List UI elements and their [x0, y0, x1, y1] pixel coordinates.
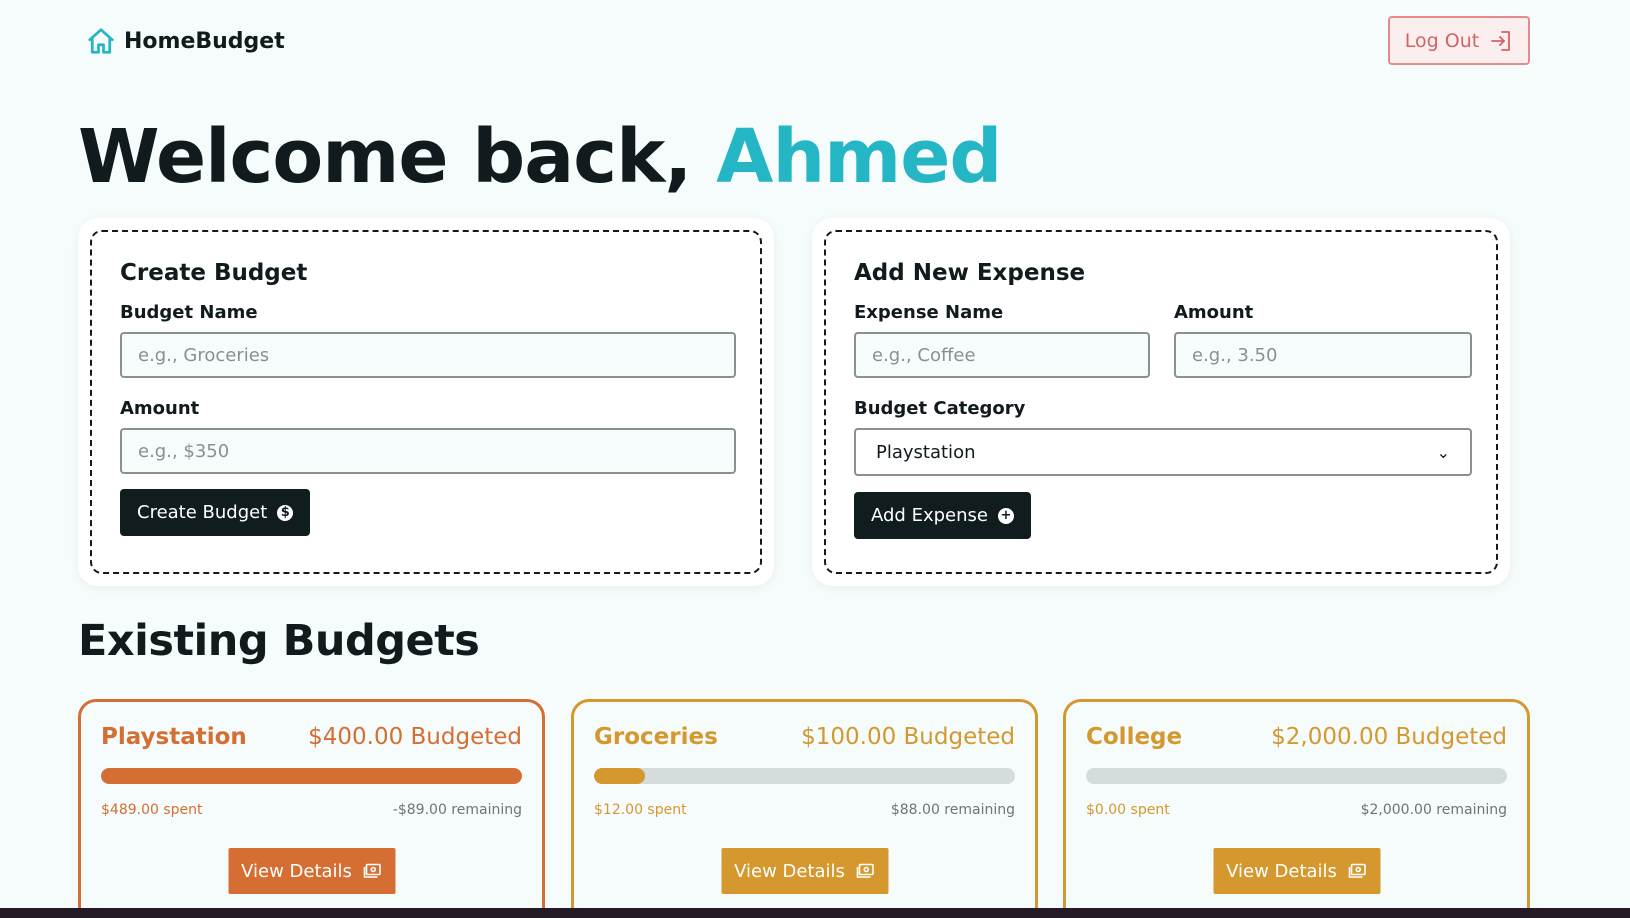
cash-icon: [857, 863, 875, 879]
budget-progress-track: [594, 768, 1015, 784]
add-expense-label: Add Expense: [871, 505, 988, 526]
create-budget-label: Create Budget: [137, 502, 268, 523]
budget-progress-track: [101, 768, 522, 784]
budget-card: College $2,000.00 Budgeted $0.00 spent $…: [1063, 699, 1530, 918]
view-details-label: View Details: [241, 860, 352, 882]
budget-category-label: Budget Category: [854, 398, 1026, 419]
expense-name-label: Expense Name: [854, 302, 1004, 323]
create-budget-button[interactable]: Create Budget $: [120, 489, 311, 536]
budget-card-remaining: $88.00 remaining: [890, 802, 1015, 818]
budget-card-budgeted: $100.00 Budgeted: [801, 724, 1015, 750]
budget-card-name: College: [1086, 724, 1183, 750]
budget-card-budgeted: $2,000.00 Budgeted: [1271, 724, 1507, 750]
view-details-button[interactable]: View Details: [721, 848, 888, 894]
os-taskbar: [0, 908, 1630, 918]
plus-circle-icon: +: [997, 507, 1014, 524]
add-expense-title: Add New Expense: [854, 260, 1086, 286]
existing-budgets-title: Existing Budgets: [78, 616, 480, 666]
budget-card: Groceries $100.00 Budgeted $12.00 spent …: [571, 699, 1038, 918]
view-details-label: View Details: [1226, 860, 1337, 882]
budget-card-remaining: -$89.00 remaining: [392, 802, 522, 818]
expense-amount-label: Amount: [1174, 302, 1254, 323]
cash-icon: [1349, 863, 1367, 879]
expense-amount-input[interactable]: [1174, 332, 1472, 378]
welcome-heading: Welcome back, Ahmed: [78, 112, 1002, 202]
welcome-username: Ahmed: [716, 114, 1002, 200]
budget-card: Playstation $400.00 Budgeted $489.00 spe…: [78, 699, 545, 918]
view-details-button[interactable]: View Details: [1213, 848, 1380, 894]
app-name: HomeBudget: [124, 28, 285, 54]
welcome-prefix: Welcome back,: [78, 114, 717, 200]
logout-label: Log Out: [1404, 29, 1480, 52]
budget-progress-fill: [594, 768, 645, 784]
view-details-button[interactable]: View Details: [228, 848, 395, 894]
logout-button[interactable]: Log Out: [1388, 16, 1530, 65]
budget-name-input[interactable]: [120, 332, 736, 378]
logout-icon: [1489, 29, 1513, 53]
home-icon: [86, 26, 116, 56]
budget-card-spent: $489.00 spent: [101, 802, 203, 818]
budget-progress-track: [1086, 768, 1507, 784]
budget-card-remaining: $2,000.00 remaining: [1360, 802, 1507, 818]
budget-progress-fill: [101, 768, 522, 784]
create-budget-card: Create Budget Budget Name Amount Create …: [78, 218, 774, 586]
budget-name-label: Budget Name: [120, 302, 258, 323]
budget-category-value: Playstation: [876, 441, 976, 463]
budget-card-spent: $0.00 spent: [1086, 802, 1170, 818]
create-budget-title: Create Budget: [120, 260, 308, 286]
cash-icon: [364, 863, 382, 879]
budget-amount-input[interactable]: [120, 428, 736, 474]
chevron-down-icon: ⌄: [1436, 442, 1450, 462]
brand-link[interactable]: HomeBudget: [86, 26, 285, 56]
add-expense-card: Add New Expense Expense Name Amount Budg…: [812, 218, 1510, 586]
create-budget-form: Create Budget Budget Name Amount Create …: [90, 230, 762, 574]
add-expense-button[interactable]: Add Expense +: [854, 492, 1031, 539]
view-details-label: View Details: [734, 860, 845, 882]
expense-name-input[interactable]: [854, 332, 1150, 378]
add-expense-form: Add New Expense Expense Name Amount Budg…: [824, 230, 1498, 574]
top-nav: HomeBudget Log Out: [0, 0, 1630, 84]
budget-amount-label: Amount: [120, 398, 200, 419]
budget-card-spent: $12.00 spent: [594, 802, 687, 818]
budget-card-name: Playstation: [101, 724, 247, 750]
budget-category-select[interactable]: Playstation ⌄: [854, 428, 1472, 476]
budget-card-budgeted: $400.00 Budgeted: [308, 724, 522, 750]
dollar-circle-icon: $: [277, 504, 294, 521]
budget-card-name: Groceries: [594, 724, 718, 750]
